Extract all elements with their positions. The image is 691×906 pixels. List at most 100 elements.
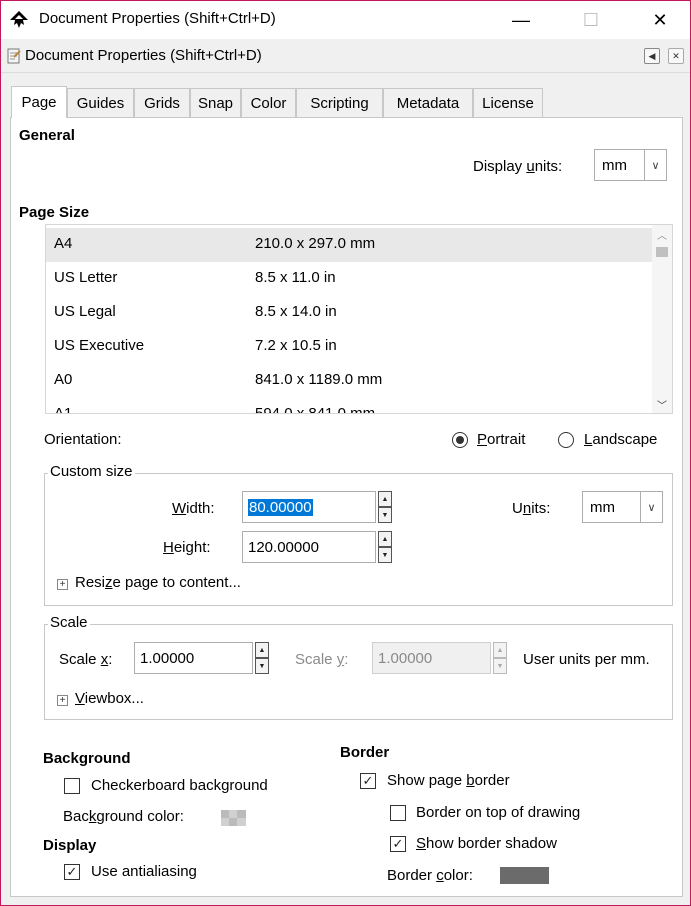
units-label: Units:	[512, 500, 551, 517]
close-button[interactable]: ✕	[637, 1, 683, 39]
page-size-heading: Page Size	[19, 204, 90, 221]
tab-label: Guides	[76, 95, 125, 112]
resize-to-content-expander[interactable]: Resize page to content...	[75, 574, 241, 591]
checkerboard-label[interactable]: Checkerboard background	[91, 777, 268, 794]
check-icon: ✓	[66, 864, 78, 879]
show-page-border-checkbox[interactable]: ✓	[360, 773, 376, 789]
dock-header: Document Properties (Shift+Ctrl+D) ◀ ✕	[1, 39, 690, 73]
custom-units-select[interactable]: mm ∨	[582, 491, 663, 523]
spin-up-icon: ▲	[493, 642, 507, 658]
page-size-scrollbar[interactable]: ︿ ﹀	[652, 225, 672, 413]
viewbox-expander[interactable]: Viewbox...	[75, 690, 144, 707]
scale-y-input: 1.00000	[372, 642, 491, 674]
background-color-label: Background color:	[63, 808, 184, 825]
scroll-up-icon[interactable]: ︿	[652, 225, 672, 243]
height-label: Height:	[163, 539, 211, 556]
spin-down-icon: ▼	[493, 658, 507, 674]
page-size-list[interactable]: A4 210.0 x 297.0 mm US Letter 8.5 x 11.0 i…	[45, 224, 673, 414]
border-heading: Border	[340, 744, 390, 761]
title-bar: Document Properties (Shift+Ctrl+D) — ☐ ✕	[1, 1, 690, 39]
height-input[interactable]: 120.00000	[242, 531, 376, 563]
tab-label: Grids	[144, 95, 180, 112]
minimize-button[interactable]: —	[498, 1, 544, 39]
spin-up-icon[interactable]: ▲	[255, 642, 269, 658]
expand-plus-icon[interactable]: +	[57, 579, 68, 590]
landscape-label[interactable]: Landscape	[584, 431, 657, 448]
tab-label: Metadata	[396, 95, 460, 112]
spin-down-icon[interactable]: ▼	[378, 507, 392, 523]
scroll-down-icon[interactable]: ﹀	[652, 395, 672, 413]
border-color-label: Border color:	[387, 867, 473, 884]
tab-guides[interactable]: Guides	[67, 88, 134, 118]
height-spinner[interactable]: ▲ ▼	[378, 531, 392, 563]
list-item[interactable]: US Legal 8.5 x 14.0 in	[46, 296, 652, 330]
tab-label: Scripting	[310, 95, 369, 112]
portrait-radio[interactable]	[452, 432, 468, 448]
dock-title: Document Properties (Shift+Ctrl+D)	[25, 47, 262, 64]
list-item[interactable]: A1 594.0 x 841.0 mm	[46, 398, 652, 413]
antialiasing-checkbox[interactable]: ✓	[64, 864, 80, 880]
show-page-border-label[interactable]: Show page border	[387, 772, 510, 789]
spin-down-icon[interactable]: ▼	[255, 658, 269, 674]
chevron-down-icon: ∨	[644, 150, 666, 180]
antialiasing-label[interactable]: Use antialiasing	[91, 863, 197, 880]
user-units-label: User units per mm.	[523, 651, 650, 668]
show-border-shadow-checkbox[interactable]: ✓	[390, 836, 406, 852]
spin-down-icon[interactable]: ▼	[378, 547, 392, 563]
tab-label: License	[482, 95, 534, 112]
dock-close-button[interactable]: ✕	[668, 48, 684, 64]
scale-y-spinner: ▲ ▼	[493, 642, 507, 674]
chevron-down-icon: ∨	[640, 492, 662, 522]
custom-size-label: Custom size	[48, 463, 135, 480]
width-input[interactable]: 80.00000	[242, 491, 376, 523]
tab-snap[interactable]: Snap	[190, 88, 241, 118]
inkscape-logo-icon	[10, 11, 28, 28]
border-on-top-label[interactable]: Border on top of drawing	[416, 804, 580, 821]
close-icon: ✕	[672, 50, 680, 61]
border-color-swatch[interactable]	[500, 867, 549, 884]
list-item[interactable]: A0 841.0 x 1189.0 mm	[46, 364, 652, 398]
page-tab-content: General Display units: mm ∨ Page Size A4…	[10, 117, 683, 897]
checkerboard-checkbox[interactable]	[64, 778, 80, 794]
tab-label: Page	[21, 94, 57, 111]
list-item[interactable]: A4 210.0 x 297.0 mm	[46, 228, 652, 262]
tab-license[interactable]: License	[473, 88, 543, 118]
tab-label: Snap	[197, 95, 234, 112]
display-heading: Display	[43, 837, 97, 854]
portrait-label[interactable]: Portrait	[477, 431, 525, 448]
spin-up-icon[interactable]: ▲	[378, 531, 392, 547]
display-units-value: mm	[602, 156, 627, 174]
background-heading: Background	[43, 750, 131, 767]
landscape-radio[interactable]	[558, 432, 574, 448]
window-title: Document Properties (Shift+Ctrl+D)	[39, 10, 276, 27]
width-spinner[interactable]: ▲ ▼	[378, 491, 392, 523]
display-units-select[interactable]: mm ∨	[594, 149, 667, 181]
tab-label: Color	[250, 95, 287, 112]
tab-scripting[interactable]: Scripting	[296, 88, 383, 118]
custom-units-value: mm	[590, 498, 615, 516]
scale-x-spinner[interactable]: ▲ ▼	[255, 642, 269, 674]
maximize-icon: ☐	[582, 9, 600, 30]
width-label: Width:	[172, 500, 215, 517]
document-properties-icon	[7, 48, 21, 64]
list-item[interactable]: US Letter 8.5 x 11.0 in	[46, 262, 652, 296]
iconify-icon: ◀	[648, 50, 656, 61]
spin-up-icon[interactable]: ▲	[378, 491, 392, 507]
tab-page[interactable]: Page	[11, 86, 67, 118]
check-icon: ✓	[392, 836, 404, 851]
list-item[interactable]: US Executive 7.2 x 10.5 in	[46, 330, 652, 364]
tab-metadata[interactable]: Metadata	[383, 88, 473, 118]
background-color-swatch[interactable]	[221, 810, 246, 826]
tab-color[interactable]: Color	[241, 88, 296, 118]
show-border-shadow-label[interactable]: Show border shadow	[416, 835, 557, 852]
document-properties-window: Document Properties (Shift+Ctrl+D) — ☐ ✕…	[0, 0, 691, 906]
scale-x-label: Scale x:	[59, 651, 113, 668]
scroll-thumb[interactable]	[656, 247, 668, 257]
border-on-top-checkbox[interactable]	[390, 805, 406, 821]
dock-iconify-button[interactable]: ◀	[644, 48, 660, 64]
tab-grids[interactable]: Grids	[134, 88, 190, 118]
general-heading: General	[19, 127, 75, 144]
maximize-button[interactable]: ☐	[568, 1, 614, 39]
scale-x-input[interactable]: 1.00000	[134, 642, 253, 674]
expand-plus-icon[interactable]: +	[57, 695, 68, 706]
